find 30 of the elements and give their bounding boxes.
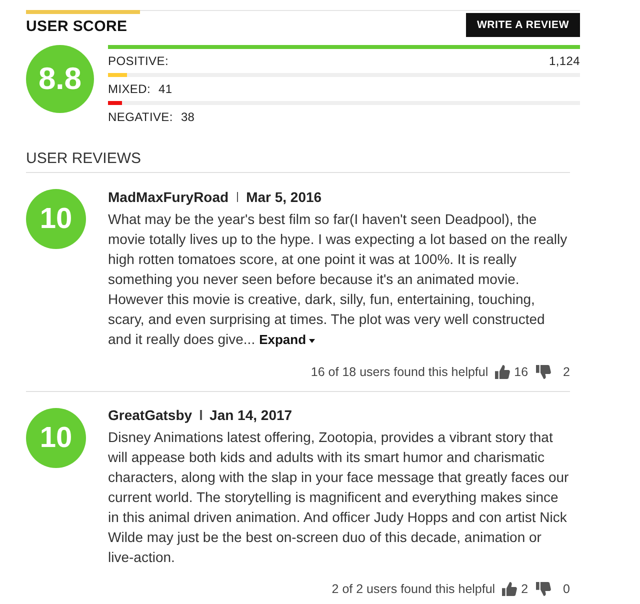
review-score-badge: 10 bbox=[26, 408, 86, 468]
thumbs-down-icon[interactable] bbox=[536, 365, 552, 379]
rating-label: MIXED: bbox=[108, 82, 151, 96]
thumbs-down-icon[interactable] bbox=[536, 582, 552, 596]
write-review-button[interactable]: WRITE A REVIEW bbox=[466, 13, 580, 37]
review-score-badge: 10 bbox=[26, 189, 86, 249]
helpful-text: 2 of 2 users found this helpful bbox=[332, 582, 496, 596]
thumbs-up-icon[interactable] bbox=[502, 582, 518, 596]
section-title: USER SCORE bbox=[26, 18, 128, 34]
expand-link[interactable]: Expand bbox=[259, 332, 316, 347]
user-score-badge: 8.8 bbox=[26, 45, 94, 113]
rating-count: 41 bbox=[158, 82, 172, 96]
review-date: Mar 5, 2016 bbox=[246, 189, 322, 205]
reviewer-name[interactable]: GreatGatsby bbox=[108, 407, 192, 423]
helpful-text: 16 of 18 users found this helpful bbox=[310, 365, 488, 379]
upvote-count: 16 bbox=[514, 365, 528, 379]
rating-label: NEGATIVE: bbox=[108, 110, 173, 124]
rating-label: POSITIVE: bbox=[108, 54, 168, 68]
review-text: What may be the year's best film so far(I haven't seen Deadpool), the movie totally lives up to the hype. I was expecting a lot based on the really high rotten tomatoes score, at one point it was at 100%. It is really something you never seen before because it's an animated movie. However this movie is creative, dark, silly, fun, entertaining, touching, scary, and even surprising at times. The plot was very well constructed and it really does give... Expand bbox=[108, 210, 568, 349]
section-title: USER REVIEWS bbox=[26, 149, 570, 173]
downvote-count: 2 bbox=[563, 365, 570, 379]
thumbs-up-icon[interactable] bbox=[495, 365, 510, 379]
caret-icon bbox=[309, 338, 316, 343]
review-date: Jan 14, 2017 bbox=[210, 407, 292, 423]
review-text: Disney Animations latest offering, Zootopia, provides a vibrant story that will appease both kids and adults with its smart humor and charismatic characters, along with the slap in your face message that greatly faces our current world. The storytelling is magnificent and everything makes since in this animal driven animation. And officer Judy Hopps and con artist Nick Wilde may just be the best on-screen duo of this decade, animation or live-action. bbox=[108, 428, 570, 567]
rating-count: 1,124 bbox=[548, 54, 580, 68]
upvote-count: 2 bbox=[521, 582, 528, 596]
rating-count: 38 bbox=[180, 110, 195, 124]
reviewer-name[interactable]: MadMaxFuryRoad bbox=[108, 189, 229, 205]
downvote-count: 0 bbox=[563, 582, 570, 596]
